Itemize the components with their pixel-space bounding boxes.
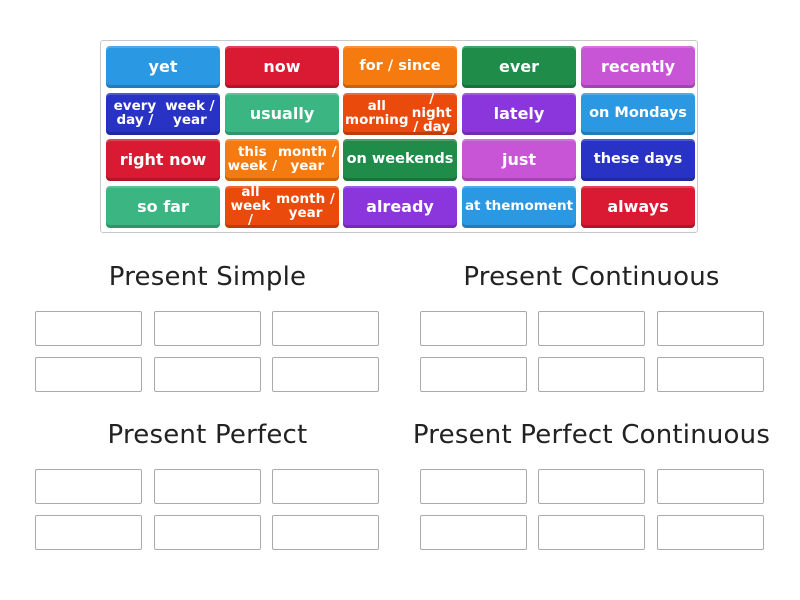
drop-slot-present-simple[interactable] [154, 357, 261, 392]
word-tile[interactable]: just [462, 139, 576, 181]
word-tile-label: recently [600, 56, 676, 76]
word-tile-label: for / since [359, 58, 441, 75]
word-tile-label-line: this week / [227, 144, 278, 174]
word-tile-label: lately [493, 103, 545, 123]
word-tile-label-line: moment [510, 198, 574, 215]
drop-slot-present-simple[interactable] [272, 357, 379, 392]
word-tile[interactable]: yet [106, 46, 220, 88]
word-tile[interactable]: these days [581, 139, 695, 181]
word-tile-label: just [501, 149, 537, 169]
word-tile[interactable]: all morning / night / day [343, 91, 457, 135]
drop-slot-present-perfect-continuous[interactable] [420, 515, 527, 550]
drop-slot-present-perfect-continuous[interactable] [657, 469, 764, 504]
drop-slot-present-perfect[interactable] [154, 469, 261, 504]
word-tile[interactable]: all week / month / year [225, 184, 339, 228]
drop-slot-present-perfect[interactable] [272, 469, 379, 504]
word-tile-label: always [607, 196, 669, 216]
drop-slot-present-perfect-continuous[interactable] [420, 469, 527, 504]
drop-slot-present-perfect[interactable] [272, 515, 379, 550]
drop-slot-present-continuous[interactable] [657, 357, 764, 392]
word-tile[interactable]: now [225, 46, 339, 88]
word-tile[interactable]: always [581, 186, 695, 228]
word-tile-label-line: all morning [345, 98, 409, 128]
group-title-present-perfect: Present Perfect [107, 420, 308, 450]
word-tile-label: now [263, 56, 301, 76]
word-tile[interactable]: every day / week / year [106, 93, 220, 135]
word-tile-label-line: week / year [165, 98, 215, 128]
word-tile[interactable]: right now [106, 139, 220, 181]
word-tile-label-line: all week / [230, 184, 271, 228]
drop-slot-present-perfect[interactable] [35, 515, 142, 550]
word-tile-label: usually [249, 103, 315, 123]
drop-slot-present-continuous[interactable] [657, 311, 764, 346]
word-tile-label-line: / night / day [411, 91, 452, 135]
drop-slot-present-continuous[interactable] [538, 357, 645, 392]
drop-slot-present-perfect-continuous[interactable] [657, 515, 764, 550]
word-tile-label-line: month / year [276, 191, 335, 221]
word-tile-label: these days [593, 151, 683, 168]
word-tile-label: so far [137, 196, 189, 216]
word-tile[interactable]: so far [106, 186, 220, 228]
drop-slot-present-perfect[interactable] [154, 515, 261, 550]
group-title-present-perfect-continuous: Present Perfect Continuous [412, 420, 771, 450]
drop-slot-present-simple[interactable] [272, 311, 379, 346]
word-tile-label: ever [498, 56, 540, 76]
drop-slot-present-continuous[interactable] [538, 311, 645, 346]
word-tile-label: right now [119, 149, 207, 169]
drop-slot-present-continuous[interactable] [420, 311, 527, 346]
word-tile-label: on weekends [346, 151, 454, 168]
word-tile-label-line: at the [464, 198, 511, 215]
word-tile[interactable]: lately [462, 93, 576, 135]
word-tile-label-line: every day / [113, 98, 157, 128]
word-tile-label-line: month / year [277, 144, 337, 174]
drop-slot-present-simple[interactable] [154, 311, 261, 346]
word-tile[interactable]: ever [462, 46, 576, 88]
word-tile[interactable]: usually [225, 93, 339, 135]
drop-slot-present-perfect-continuous[interactable] [538, 515, 645, 550]
drop-slot-present-simple[interactable] [35, 357, 142, 392]
drop-slot-present-perfect-continuous[interactable] [538, 469, 645, 504]
drop-slot-present-continuous[interactable] [420, 357, 527, 392]
group-title-present-continuous: Present Continuous [463, 262, 720, 292]
word-tile-label: already [366, 196, 434, 216]
drop-slot-present-simple[interactable] [35, 311, 142, 346]
word-tile[interactable]: at the moment [462, 186, 576, 228]
word-tile[interactable]: this week / month / year [225, 139, 339, 181]
word-tile[interactable]: already [343, 186, 457, 228]
word-tile[interactable]: on weekends [343, 139, 457, 181]
group-title-present-simple: Present Simple [108, 262, 307, 292]
word-tile-label: on Mondays [589, 105, 687, 122]
word-tile[interactable]: on Mondays [581, 93, 695, 135]
word-tile[interactable]: for / since [343, 46, 457, 88]
word-tile[interactable]: recently [581, 46, 695, 88]
word-tile-label: yet [148, 56, 178, 76]
drop-slot-present-perfect[interactable] [35, 469, 142, 504]
